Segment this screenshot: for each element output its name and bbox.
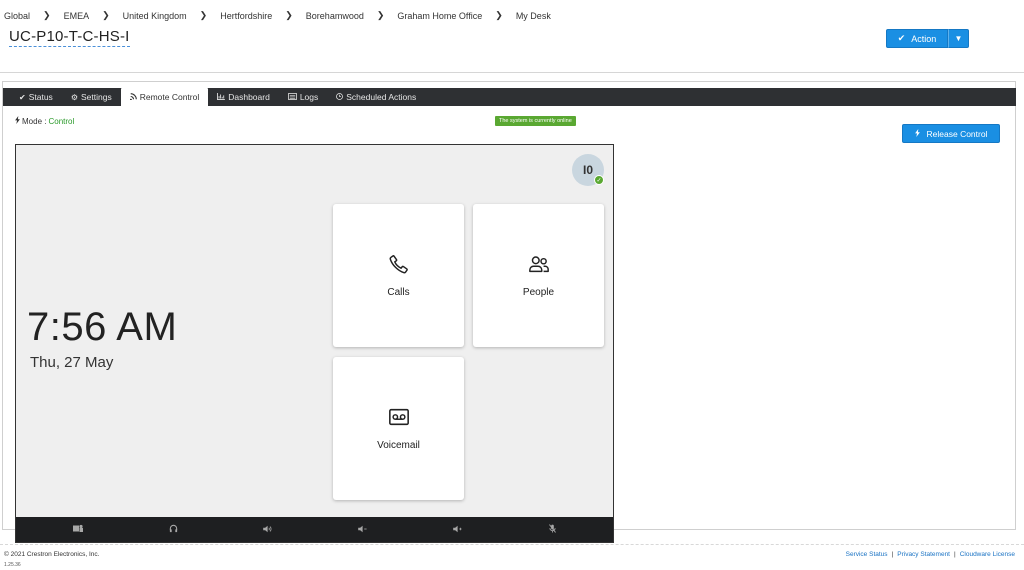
chevron-right-icon: ❯ (199, 10, 208, 20)
clock-time: 7:56 AM (27, 305, 178, 349)
action-button-label: Action (911, 33, 937, 44)
cloudware-license-link[interactable]: Cloudware License (960, 551, 1015, 558)
chevron-right-icon: ❯ (376, 10, 385, 20)
clock-icon (336, 92, 344, 102)
volume-down-icon[interactable] (355, 525, 371, 535)
breadcrumb-item-borehamwood[interactable]: Borehamwood (306, 11, 364, 21)
tab-dashboard[interactable]: Dashboard (208, 88, 279, 106)
device-title[interactable]: UC-P10-T-C-HS-I (9, 28, 130, 47)
chevron-right-icon: ❯ (43, 10, 51, 20)
remote-screen[interactable]: I0 ✓ 7:56 AM Thu, 27 May Calls People Vo… (15, 144, 614, 543)
bar-chart-icon (217, 92, 226, 102)
breadcrumb-item-graham-home-office[interactable]: Graham Home Office (397, 11, 482, 21)
calls-tile[interactable]: Calls (333, 204, 464, 347)
tab-label: Logs (299, 92, 319, 102)
footer-separator: | (891, 551, 894, 558)
tab-label: Dashboard (228, 92, 270, 102)
status-badge: The system is currently online (495, 116, 576, 126)
chevron-right-icon: ❯ (285, 10, 293, 20)
breadcrumb-item-united-kingdom[interactable]: United Kingdom (123, 11, 187, 21)
breadcrumb: Global ❯ EMEA ❯ United Kingdom ❯ Hertfor… (4, 10, 551, 21)
gear-icon: ⚙ (70, 92, 78, 102)
volume-increase-icon[interactable] (450, 525, 466, 535)
microphone-mute-icon[interactable] (545, 524, 561, 535)
action-button[interactable]: ✔ Action (886, 29, 948, 48)
tab-label: Status (28, 92, 53, 102)
voicemail-tile[interactable]: Voicemail (333, 357, 464, 500)
version-text: 1.25.36 (4, 562, 21, 568)
tab-logs[interactable]: Logs (279, 88, 327, 106)
voicemail-label: Voicemail (377, 440, 420, 451)
breadcrumb-item-my-desk[interactable]: My Desk (516, 11, 551, 21)
footer-separator: | (954, 551, 956, 558)
breadcrumb-item-emea[interactable]: EMEA (64, 11, 90, 21)
breadcrumb-item-hertfordshire[interactable]: Hertfordshire (220, 11, 272, 21)
phone-icon (389, 255, 408, 274)
tab-status[interactable]: ✔ Status (10, 88, 62, 106)
headset-icon[interactable] (165, 524, 181, 535)
list-icon (288, 92, 297, 102)
release-control-button[interactable]: Release Control (902, 124, 1000, 143)
copyright-text: © 2021 Crestron Electronics, Inc. (4, 551, 100, 558)
privacy-statement-link[interactable]: Privacy Statement (897, 551, 950, 558)
chevron-right-icon: ❯ (495, 10, 503, 20)
tab-label: Scheduled Actions (346, 92, 417, 102)
signal-icon (129, 92, 137, 102)
tab-remote-control[interactable]: Remote Control (120, 88, 209, 106)
people-icon (528, 256, 549, 273)
voicemail-icon (388, 408, 409, 426)
people-label: People (522, 287, 555, 298)
teams-icon[interactable] (70, 524, 86, 535)
footer-links: Service Status | Privacy Statement | Clo… (846, 551, 1015, 558)
breadcrumb-item-global[interactable]: Global (4, 11, 30, 21)
bolt-icon (15, 116, 20, 126)
service-status-link[interactable]: Service Status (846, 551, 888, 558)
check-icon: ✔ (19, 92, 26, 102)
action-dropdown-button[interactable]: ▼ (948, 29, 969, 48)
mode-label: Mode : (22, 116, 47, 126)
volume-up-icon[interactable] (260, 525, 276, 535)
tab-settings[interactable]: ⚙ Settings (62, 88, 121, 106)
footer-divider (0, 544, 1024, 545)
chevron-right-icon: ❯ (102, 10, 110, 20)
caret-down-icon: ▼ (954, 34, 963, 43)
clock-date: Thu, 27 May (30, 354, 114, 371)
presence-check-icon: ✓ (594, 175, 604, 185)
tab-label: Settings (80, 92, 112, 102)
action-button-group: ✔ Action ▼ (886, 29, 969, 48)
mode-indicator: Mode : Control (15, 116, 74, 126)
device-control-bar (16, 517, 613, 542)
calls-label: Calls (387, 287, 410, 298)
bolt-icon (914, 128, 920, 139)
tab-scheduled-actions[interactable]: Scheduled Actions (327, 88, 425, 106)
tab-bar: ✔ Status ⚙ Settings Remote Control Dashb… (3, 88, 1016, 106)
release-control-label: Release Control (926, 128, 988, 139)
header-divider (0, 72, 1024, 73)
check-icon: ✔ (897, 33, 906, 43)
tab-label: Remote Control (139, 92, 200, 102)
people-tile[interactable]: People (473, 204, 604, 347)
mode-value: Control (48, 116, 75, 126)
